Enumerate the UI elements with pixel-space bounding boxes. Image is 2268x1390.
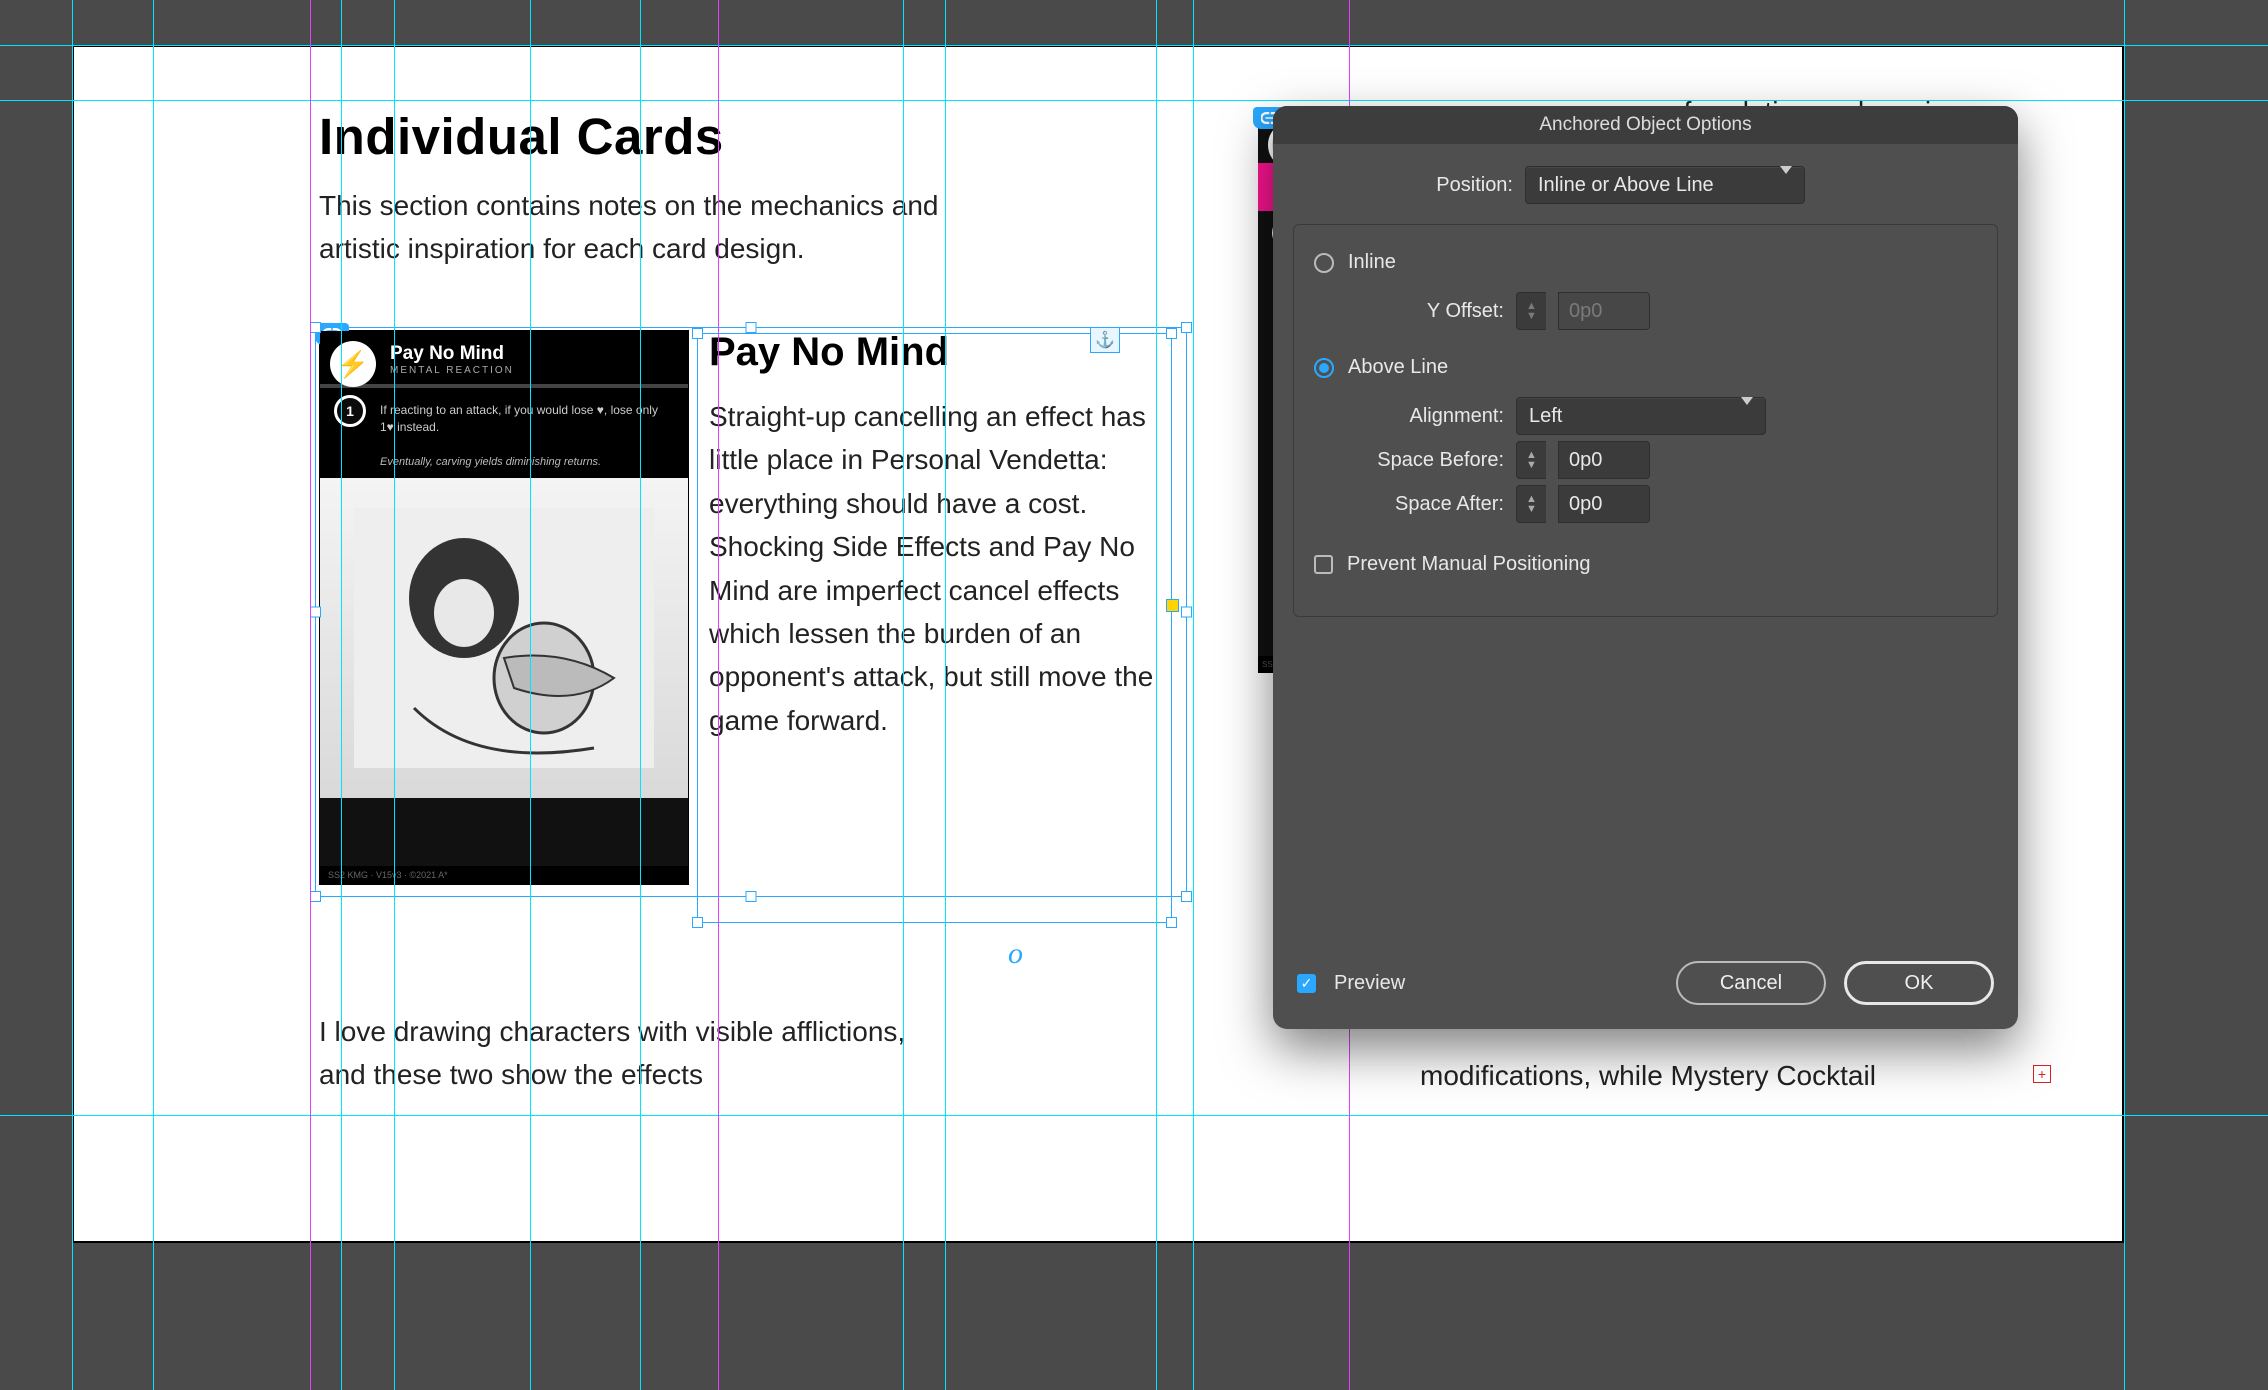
side-body: Straight-up cancelling an effect has lit…: [709, 395, 1164, 742]
above-line-radio-row[interactable]: Above Line: [1314, 356, 1977, 379]
side-text-frame[interactable]: Pay No Mind Straight-up cancelling an ef…: [709, 330, 1164, 885]
overset-text-indicator[interactable]: +: [2033, 1065, 2051, 1083]
story-text-frame[interactable]: Individual Cards This section contains n…: [319, 107, 1029, 271]
dialog-title: Anchored Object Options: [1273, 106, 2018, 144]
card-cost: 1: [334, 395, 366, 427]
resize-handle[interactable]: [1181, 891, 1192, 902]
position-dropdown[interactable]: Inline or Above Line: [1525, 166, 1805, 204]
prevent-manual-row[interactable]: Prevent Manual Positioning: [1314, 553, 1977, 576]
resize-handle[interactable]: [1166, 328, 1177, 339]
inline-radio[interactable]: [1314, 253, 1334, 273]
alignment-dropdown[interactable]: Left: [1516, 397, 1766, 435]
y-offset-field: 0p0: [1558, 292, 1650, 330]
alignment-label: Alignment:: [1324, 405, 1504, 428]
y-offset-stepper: ▲▼: [1516, 292, 1546, 330]
card-art-placeholder: [320, 478, 688, 798]
card-flavor: Eventually, carving yields diminishing r…: [320, 450, 688, 478]
card-rules: If reacting to an attack, if you would l…: [320, 388, 688, 450]
preview-checkbox[interactable]: ✓: [1297, 974, 1316, 993]
chevron-down-icon: [1733, 405, 1753, 428]
above-line-radio-label: Above Line: [1348, 356, 1448, 379]
card-title: Pay No Mind: [390, 343, 672, 365]
space-before-label: Space Before:: [1324, 449, 1504, 472]
card-footer: SS2 KMG · V15v3 · ©2021 A*: [320, 866, 688, 884]
space-after-label: Space After:: [1324, 493, 1504, 516]
position-dropdown-value: Inline or Above Line: [1538, 174, 1714, 197]
ok-button[interactable]: OK: [1844, 961, 1994, 1005]
prevent-manual-checkbox[interactable]: [1314, 555, 1333, 574]
resize-handle[interactable]: [1181, 322, 1192, 333]
resize-handle[interactable]: [746, 891, 757, 902]
resize-handle[interactable]: [692, 917, 703, 928]
position-label: Position:: [1333, 174, 1513, 197]
resize-handle[interactable]: [1166, 917, 1177, 928]
reference-point[interactable]: [1166, 599, 1179, 612]
cancel-button[interactable]: Cancel: [1676, 961, 1826, 1005]
resize-handle[interactable]: [310, 891, 321, 902]
alignment-dropdown-value: Left: [1529, 405, 1562, 428]
body-paragraph: modifications, while Mystery Cocktail: [1420, 1060, 2000, 1092]
story-cursor-marker: o: [1008, 937, 1023, 971]
space-after-field[interactable]: 0p0: [1558, 485, 1650, 523]
space-before-stepper[interactable]: ▲▼: [1516, 441, 1546, 479]
chevron-down-icon: [1772, 174, 1792, 197]
card-subtitle: MENTAL REACTION: [390, 365, 672, 376]
ruler-guide-vertical: [2124, 0, 2125, 1390]
y-offset-label: Y Offset:: [1324, 300, 1504, 323]
card-image-frame[interactable]: ⚡ Pay No Mind MENTAL REACTION 1 If react…: [319, 330, 689, 885]
space-after-stepper[interactable]: ▲▼: [1516, 485, 1546, 523]
preview-label: Preview: [1334, 972, 1405, 995]
body-paragraph: I love drawing characters with visible a…: [319, 1010, 939, 1097]
anchored-object-options-dialog[interactable]: Anchored Object Options Position: Inline…: [1273, 106, 2018, 1029]
intro-paragraph: This section contains notes on the mecha…: [319, 184, 959, 271]
inline-radio-label: Inline: [1348, 251, 1396, 274]
prevent-manual-label: Prevent Manual Positioning: [1347, 553, 1590, 576]
anchor-marker-icon[interactable]: ⚓: [1090, 327, 1120, 353]
space-before-field[interactable]: 0p0: [1558, 441, 1650, 479]
resize-handle[interactable]: [1181, 607, 1192, 618]
above-line-radio[interactable]: [1314, 358, 1334, 378]
inline-radio-row[interactable]: Inline: [1314, 251, 1977, 274]
position-options-group: Inline Y Offset: ▲▼ 0p0 Above Line Align…: [1293, 224, 1998, 617]
heading: Individual Cards: [319, 107, 1029, 166]
anchored-group[interactable]: ⚡ Pay No Mind MENTAL REACTION 1 If react…: [319, 330, 1164, 885]
